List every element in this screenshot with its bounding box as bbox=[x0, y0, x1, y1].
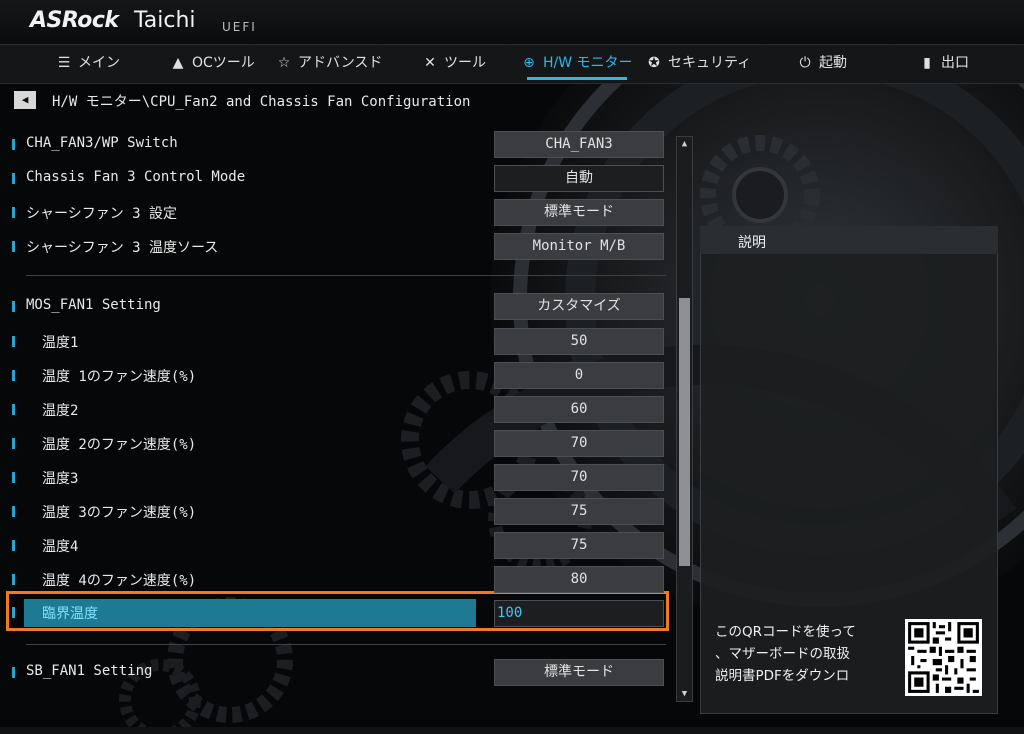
row-marker bbox=[12, 301, 15, 312]
row-marker bbox=[12, 506, 15, 517]
chassis-fan3-control-mode-value[interactable]: 自動 bbox=[494, 165, 664, 192]
setting-label: 温度1 bbox=[42, 335, 79, 351]
tab-oc-tools[interactable]: ▲ OCツール bbox=[170, 45, 255, 83]
row-marker bbox=[12, 336, 15, 347]
chassis-fan3-setting-value[interactable]: 標準モード bbox=[494, 199, 664, 226]
row-marker bbox=[12, 139, 15, 150]
breadcrumb: H/W モニター\CPU_Fan2 and Chassis Fan Config… bbox=[52, 94, 471, 110]
back-arrow-icon: ◀ bbox=[21, 93, 29, 106]
tab-boot[interactable]: ⏻ 起動 bbox=[797, 45, 847, 83]
scroll-down-arrow-icon[interactable]: ▼ bbox=[677, 687, 692, 701]
cha-fan3-wp-switch-value[interactable]: CHA_FAN3 bbox=[494, 131, 664, 158]
setting-label: CHA_FAN3/WP Switch bbox=[26, 135, 178, 151]
bottom-bar bbox=[0, 727, 1024, 734]
section-divider bbox=[26, 644, 666, 645]
setting-label: 温度 3のファン速度(%) bbox=[42, 505, 197, 521]
temp1-value[interactable]: 50 bbox=[494, 328, 664, 355]
temp4-fan-speed-value[interactable]: 80 bbox=[494, 566, 664, 593]
settings-scrollbar[interactable]: ▲ ▼ bbox=[676, 136, 693, 702]
rocket-icon: ▲ bbox=[172, 55, 184, 71]
scroll-up-arrow-icon[interactable]: ▲ bbox=[677, 137, 692, 151]
row-marker bbox=[12, 241, 15, 252]
setting-label: MOS_FAN1 Setting bbox=[26, 297, 161, 313]
setting-label: Chassis Fan 3 Control Mode bbox=[26, 169, 246, 185]
tab-hw-monitor[interactable]: ⊕ H/W モニター bbox=[521, 45, 633, 83]
row-marker bbox=[12, 173, 15, 184]
row-marker bbox=[12, 472, 15, 483]
temp3-value[interactable]: 70 bbox=[494, 464, 664, 491]
temp2-value[interactable]: 60 bbox=[494, 396, 664, 423]
temp3-fan-speed-value[interactable]: 75 bbox=[494, 498, 664, 525]
uefi-label: UEFI bbox=[222, 20, 257, 34]
asrock-logo: ASRock bbox=[30, 8, 119, 33]
description-title: 説明 bbox=[738, 235, 766, 251]
star-icon: ☆ bbox=[277, 55, 291, 71]
temp1-fan-speed-value[interactable]: 0 bbox=[494, 362, 664, 389]
row-marker bbox=[12, 607, 15, 618]
setting-label: 温度3 bbox=[42, 471, 79, 487]
tab-security[interactable]: ✪ セキュリティ bbox=[646, 45, 751, 83]
list-icon: ☰ bbox=[57, 55, 71, 71]
tab-main[interactable]: ☰ メイン bbox=[56, 45, 120, 83]
qr-code bbox=[905, 619, 982, 696]
critical-temp-value[interactable]: 100 bbox=[494, 600, 664, 627]
tab-advanced[interactable]: ☆ アドバンスド bbox=[276, 45, 383, 83]
setting-label: シャーシファン 3 設定 bbox=[26, 206, 178, 222]
setting-label: シャーシファン 3 温度ソース bbox=[26, 240, 219, 256]
temp2-fan-speed-value[interactable]: 70 bbox=[494, 430, 664, 457]
setting-label: 温度 2のファン速度(%) bbox=[42, 437, 197, 453]
setting-label-selected: 臨界温度 bbox=[42, 606, 98, 622]
temp4-value[interactable]: 75 bbox=[494, 532, 664, 559]
setting-label: 温度 1のファン速度(%) bbox=[42, 369, 197, 385]
shield-icon: ✪ bbox=[648, 55, 660, 71]
qr-code-icon bbox=[908, 622, 979, 693]
row-marker bbox=[12, 574, 15, 585]
main-nav: ☰ メイン ▲ OCツール ☆ アドバンスド ✕ ツール ⊕ H/W モニター ✪ セキュリ… bbox=[0, 44, 1024, 84]
row-marker bbox=[12, 207, 15, 218]
tools-icon: ✕ bbox=[424, 55, 436, 71]
setting-label: SB_FAN1 Setting bbox=[26, 663, 153, 679]
setting-label: 温度 4のファン速度(%) bbox=[42, 573, 197, 589]
mos-fan1-setting-value[interactable]: カスタマイズ bbox=[494, 293, 664, 320]
tab-tools[interactable]: ✕ ツール bbox=[422, 45, 486, 83]
power-icon: ⏻ bbox=[799, 55, 811, 71]
qr-help-text-line: 、マザーボードの取扱 bbox=[715, 646, 850, 662]
row-marker bbox=[12, 540, 15, 551]
crosshair-icon: ⊕ bbox=[523, 55, 535, 71]
setting-label: 温度4 bbox=[42, 539, 79, 555]
row-marker bbox=[12, 438, 15, 449]
tab-exit[interactable]: ▮ 出口 bbox=[919, 45, 969, 83]
exit-door-icon: ▮ bbox=[923, 55, 931, 71]
section-divider bbox=[26, 275, 666, 276]
model-name: Taichi bbox=[134, 8, 196, 33]
chassis-fan3-temp-source-value[interactable]: Monitor M/B bbox=[494, 233, 664, 260]
row-marker bbox=[12, 370, 15, 381]
back-button[interactable]: ◀ bbox=[14, 91, 36, 109]
row-marker bbox=[12, 667, 15, 678]
setting-label: 温度2 bbox=[42, 403, 79, 419]
top-header: ASRock Taichi UEFI bbox=[0, 0, 1024, 44]
row-marker bbox=[12, 404, 15, 415]
qr-help-text-line: このQRコードを使って bbox=[715, 624, 856, 640]
scroll-thumb[interactable] bbox=[679, 298, 690, 566]
sb-fan1-setting-value[interactable]: 標準モード bbox=[494, 659, 664, 686]
qr-help-text-line: 説明書PDFをダウンロ bbox=[715, 668, 850, 684]
